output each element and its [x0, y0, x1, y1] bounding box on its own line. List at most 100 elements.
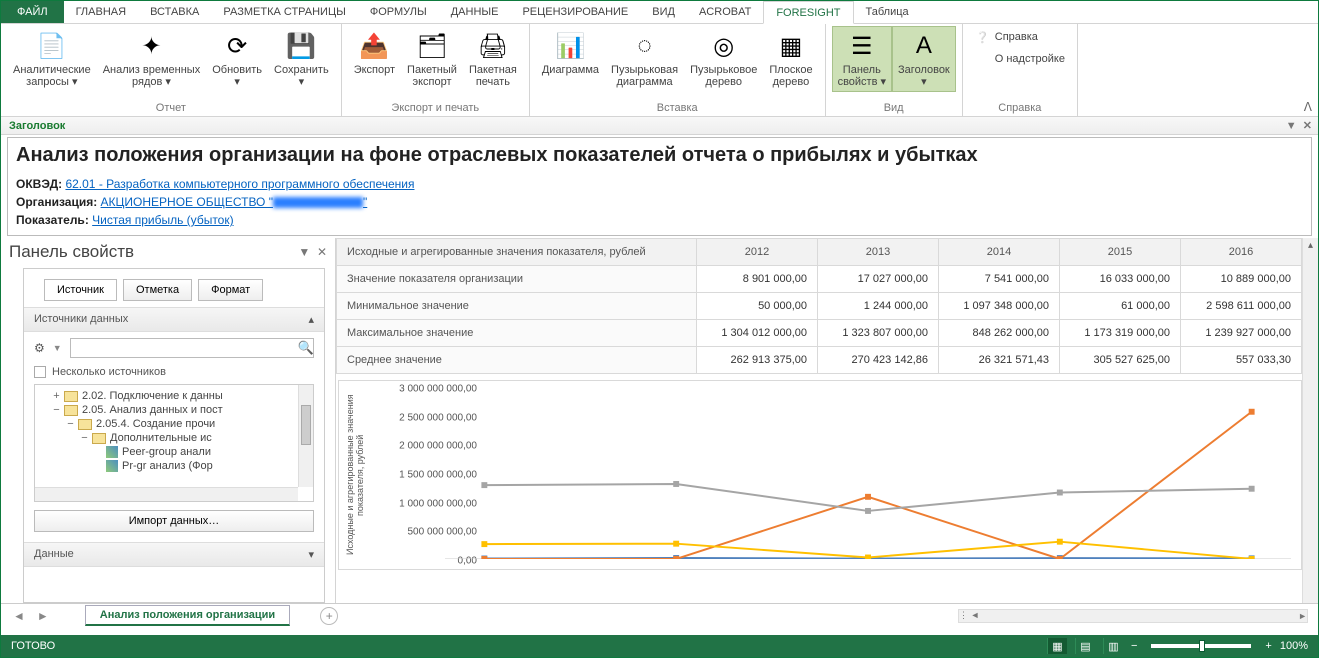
- add-sheet-button[interactable]: +: [320, 607, 338, 625]
- tree-item[interactable]: Peer-group анали: [37, 445, 311, 459]
- ribbon-icon: ◌: [629, 30, 661, 62]
- datasource-tree[interactable]: +2.02. Подключение к данны−2.05. Анализ …: [34, 384, 314, 502]
- ribbon-Пакетный[interactable]: 🗂Пакетныйэкспорт: [401, 26, 463, 92]
- header-panel-body: Анализ положения организации на фоне отр…: [7, 137, 1312, 236]
- table-row: Среднее значение262 913 375,00270 423 14…: [337, 347, 1302, 374]
- ribbon-Экспорт[interactable]: 📤Экспорт: [348, 26, 401, 80]
- ribbon-Плоское[interactable]: ▦Плоскоедерево: [763, 26, 818, 92]
- properties-panel: Панель свойств ▼ ✕ ИсточникОтметкаФормат…: [1, 238, 336, 603]
- ribbon-Сохранить[interactable]: 💾Сохранить▾: [268, 26, 335, 92]
- report-title: Анализ положения организации на фоне отр…: [16, 144, 1303, 167]
- indicator-link[interactable]: Чистая прибыль (убыток): [92, 213, 233, 227]
- view-pagebreak-icon[interactable]: ▥: [1103, 638, 1123, 654]
- sheet-hscrollbar[interactable]: ⋮ ◄►: [958, 609, 1308, 623]
- table-cell: 262 913 375,00: [697, 347, 818, 374]
- menu-tab-acrobat[interactable]: ACROBAT: [687, 1, 763, 23]
- menu-tab-разметка страницы[interactable]: РАЗМЕТКА СТРАНИЦЫ: [211, 1, 357, 23]
- accordion-expand-icon[interactable]: ▾: [308, 548, 314, 561]
- gear-icon[interactable]: ⚙: [34, 341, 45, 355]
- ribbon-Пузырьковое[interactable]: ◎Пузырьковоедерево: [684, 26, 763, 92]
- chart-marker: [1057, 556, 1063, 559]
- ribbon-О надстройке[interactable]: О надстройке: [969, 48, 1071, 70]
- file-menu[interactable]: ФАЙЛ: [1, 1, 64, 23]
- table-cell: 1 173 319 000,00: [1060, 320, 1181, 347]
- datasource-search-input[interactable]: [70, 338, 314, 358]
- tree-item[interactable]: −2.05. Анализ данных и пост: [37, 403, 311, 417]
- header-close-icon[interactable]: ✕: [1303, 120, 1312, 132]
- sheet-tab-active[interactable]: Анализ положения организации: [85, 605, 290, 626]
- menu-tab-данные[interactable]: ДАННЫЕ: [439, 1, 511, 23]
- sheet-nav-prev-icon[interactable]: ◄: [7, 609, 31, 623]
- menu-tab-рецензирование[interactable]: РЕЦЕНЗИРОВАНИЕ: [510, 1, 640, 23]
- chart-marker: [673, 556, 679, 559]
- tree-vscrollbar[interactable]: [298, 385, 313, 487]
- ribbon-icon: 📤: [358, 30, 390, 62]
- chart-marker: [865, 494, 871, 500]
- props-tab-Формат[interactable]: Формат: [198, 279, 263, 301]
- table-cell: 1 304 012 000,00: [697, 320, 818, 347]
- ribbon-Панель[interactable]: ☰Панельсвойств ▾: [832, 26, 892, 92]
- menu-tab-вставка[interactable]: ВСТАВКА: [138, 1, 211, 23]
- view-pagelayout-icon[interactable]: ▤: [1075, 638, 1095, 654]
- ribbon-Обновить[interactable]: ⟳Обновить▾: [206, 26, 268, 92]
- import-data-button[interactable]: Импорт данных…: [34, 510, 314, 532]
- table-year-header: 2015: [1060, 239, 1181, 266]
- table-year-header: 2012: [697, 239, 818, 266]
- props-dropdown-icon[interactable]: ▼: [298, 245, 310, 259]
- zoom-value[interactable]: 100%: [1280, 640, 1308, 652]
- status-bar: ГОТОВО ▦ ▤ ▥ − + 100%: [1, 635, 1318, 657]
- gear-dropdown-icon[interactable]: ▼: [53, 343, 62, 353]
- chart: Исходные и агрегированные значения показ…: [338, 380, 1302, 570]
- menu-tab-foresight[interactable]: FORESIGHT: [763, 1, 853, 24]
- multiple-sources-checkbox[interactable]: Несколько источников: [24, 364, 324, 384]
- org-label: Организация:: [16, 195, 97, 209]
- chart-marker: [1057, 490, 1063, 496]
- ribbon-Заголовок[interactable]: AЗаголовок▾: [892, 26, 956, 92]
- chart-marker: [865, 555, 871, 559]
- ribbon-Справка[interactable]: ❔Справка: [969, 26, 1071, 48]
- header-dropdown-icon[interactable]: ▼: [1286, 120, 1297, 132]
- ribbon-group-title: Справка: [969, 100, 1071, 116]
- datasource-accordion[interactable]: Источники данных▴: [24, 307, 324, 332]
- ribbon-Пакетная[interactable]: 🖨Пакетнаяпечать: [463, 26, 523, 92]
- ribbon-icon: A: [908, 30, 940, 62]
- zoom-out-button[interactable]: −: [1131, 640, 1137, 652]
- menu-tab-формулы[interactable]: ФОРМУЛЫ: [358, 1, 439, 23]
- zoom-slider[interactable]: [1151, 644, 1251, 648]
- tree-hscrollbar[interactable]: [35, 487, 298, 501]
- data-table: Исходные и агрегированные значения показ…: [336, 238, 1302, 374]
- workspace: Панель свойств ▼ ✕ ИсточникОтметкаФормат…: [1, 238, 1318, 603]
- sheet-nav-next-icon[interactable]: ►: [31, 609, 55, 623]
- report-area: Исходные и агрегированные значения показ…: [336, 238, 1318, 603]
- ribbon-icon: 💾: [285, 30, 317, 62]
- search-icon[interactable]: 🔍: [298, 340, 314, 356]
- view-normal-icon[interactable]: ▦: [1047, 638, 1067, 654]
- ribbon-Пузырьковая[interactable]: ◌Пузырьковаядиаграмма: [605, 26, 684, 92]
- org-link[interactable]: АКЦИОНЕРНОЕ ОБЩЕСТВО "": [101, 195, 368, 209]
- okved-link[interactable]: 62.01 - Разработка компьютерного програм…: [65, 177, 414, 191]
- ribbon-Анализ временных[interactable]: ✦Анализ временныхрядов ▾: [97, 26, 207, 92]
- ribbon-Диаграмма[interactable]: 📊Диаграмма: [536, 26, 605, 80]
- table-year-header: 2016: [1181, 239, 1302, 266]
- props-close-icon[interactable]: ✕: [317, 245, 327, 259]
- menu-tab-вид[interactable]: ВИД: [640, 1, 687, 23]
- props-tab-Отметка[interactable]: Отметка: [123, 279, 192, 301]
- tree-item[interactable]: +2.02. Подключение к данны: [37, 389, 311, 403]
- props-tab-Источник[interactable]: Источник: [44, 279, 117, 301]
- ribbon-group-title: Экспорт и печать: [348, 100, 523, 116]
- ribbon-Аналитические[interactable]: 📄Аналитическиезапросы ▾: [7, 26, 97, 92]
- ribbon-icon: ◎: [708, 30, 740, 62]
- report-vscrollbar[interactable]: ▴: [1302, 238, 1318, 603]
- chart-marker: [481, 541, 487, 547]
- tree-item[interactable]: −Дополнительные ис: [37, 431, 311, 445]
- data-accordion[interactable]: Данные▾: [24, 542, 324, 567]
- tree-item[interactable]: Pr-gr анализ (Фор: [37, 459, 311, 473]
- accordion-collapse-icon[interactable]: ▴: [308, 313, 314, 326]
- ribbon-collapse-icon[interactable]: ᐱ: [1304, 100, 1312, 114]
- tree-item[interactable]: −2.05.4. Создание прочи: [37, 417, 311, 431]
- ribbon-icon: 🖨: [477, 30, 509, 62]
- menu-tab-главная[interactable]: ГЛАВНАЯ: [64, 1, 138, 23]
- chart-marker: [1249, 486, 1255, 492]
- zoom-in-button[interactable]: +: [1265, 640, 1271, 652]
- menu-tab-таблица[interactable]: Таблица: [854, 1, 921, 23]
